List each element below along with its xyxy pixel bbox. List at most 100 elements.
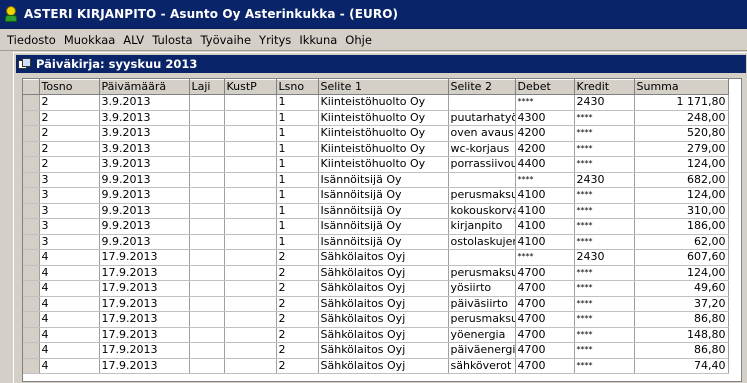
row-selector[interactable] [23, 311, 40, 328]
cell-debet[interactable]: 4200 [515, 141, 575, 157]
cell-lsno[interactable]: 1 [276, 141, 319, 157]
cell-kustp[interactable] [224, 187, 277, 204]
cell-summa[interactable]: 310,00 [634, 203, 729, 219]
cell-selite1[interactable]: Sähkölaitos Oyj [318, 311, 449, 328]
cell-kustp[interactable] [224, 265, 277, 281]
cell-paivamaara[interactable]: 3.9.2013 [99, 141, 190, 157]
cell-tosno[interactable]: 4 [39, 311, 100, 328]
cell-selite2[interactable]: perusmaksu ( [448, 311, 516, 328]
cell-summa[interactable]: 148,80 [634, 327, 729, 343]
cell-summa[interactable]: 607,60 [634, 249, 729, 266]
cell-selite2[interactable] [448, 172, 516, 188]
cell-laji[interactable] [189, 94, 225, 111]
cell-laji[interactable] [189, 280, 225, 297]
cell-laji[interactable] [189, 125, 225, 142]
cell-selite2[interactable] [448, 249, 516, 266]
table-row[interactable]: 4 17.9.2013 2 Sähkölaitos Oyj sähköverot 4700… [23, 358, 729, 374]
cell-lsno[interactable]: 1 [276, 110, 319, 126]
cell-selite1[interactable]: Isännöitsijä Oy [318, 172, 449, 188]
column-header-lsno[interactable]: Lsno [276, 79, 319, 95]
cell-selite2[interactable]: kirjanpito [448, 218, 516, 235]
cell-paivamaara[interactable]: 17.9.2013 [99, 296, 190, 312]
cell-paivamaara[interactable]: 17.9.2013 [99, 249, 190, 266]
table-row[interactable]: 4 17.9.2013 2 Sähkölaitos Oyj päiväsiirto 470… [23, 296, 729, 312]
table-row[interactable]: 23.9.2013 1Kiinteistöhuolto Oypuutarhatyö… [23, 110, 729, 126]
cell-kustp[interactable] [224, 141, 277, 157]
cell-kustp[interactable] [224, 342, 277, 359]
cell-tosno[interactable]: 3 [39, 218, 100, 235]
cell-paivamaara[interactable]: 3.9.2013 [99, 94, 190, 111]
cell-lsno[interactable]: 1 [276, 234, 319, 250]
row-selector[interactable] [23, 342, 40, 359]
cell-selite1[interactable]: Sähkölaitos Oyj [318, 265, 449, 281]
cell-tosno[interactable]: 2 [39, 156, 100, 173]
row-selector[interactable] [23, 156, 40, 173]
row-selector[interactable] [23, 327, 40, 343]
cell-selite2[interactable]: sähköverot [448, 358, 516, 374]
table-row[interactable]: 3 9.9.2013 1 Isännöitsijä Oy ostolaskujen 410… [23, 234, 729, 250]
cell-selite1[interactable]: Sähkölaitos Oyj [318, 280, 449, 297]
cell-kredit[interactable]: **** [574, 342, 635, 359]
table-row[interactable]: 2 3.9.2013 1 Kiinteistöhuolto Oy **** 2430 1 1… [23, 94, 729, 111]
cell-kredit[interactable]: 2430 [574, 172, 635, 188]
cell-laji[interactable] [189, 172, 225, 188]
cell-laji[interactable] [189, 187, 225, 204]
column-header-selite2[interactable]: Selite 2 [448, 79, 516, 95]
cell-selite2[interactable]: perusmaksu [448, 187, 516, 204]
cell-kredit[interactable]: **** [574, 296, 635, 312]
menu-tulosta[interactable]: Tulosta [149, 33, 197, 47]
cell-laji[interactable] [189, 234, 225, 250]
row-selector[interactable] [23, 203, 40, 219]
cell-lsno[interactable]: 2 [276, 327, 319, 343]
cell-kustp[interactable] [224, 358, 277, 374]
cell-kustp[interactable] [224, 296, 277, 312]
cell-laji[interactable] [189, 249, 225, 266]
journal-grid[interactable]: Tosno Päivämäärä Laji KustP Lsno Selite … [22, 78, 742, 382]
row-selector[interactable] [23, 141, 40, 157]
cell-selite1[interactable]: Kiinteistöhuolto Oy [318, 141, 449, 157]
cell-selite2[interactable]: wc-korjaus [448, 141, 516, 157]
table-row[interactable]: 3 9.9.2013 1 Isännöitsijä Oy **** 2430 682,00 [23, 172, 729, 188]
cell-kustp[interactable] [224, 125, 277, 142]
table-row[interactable]: 417.9.2013 2Sähkölaitos Oyjperusmaksu (47… [23, 311, 729, 328]
table-row[interactable]: 4 17.9.2013 2 Sähkölaitos Oyj päiväenergia 47… [23, 342, 729, 359]
cell-debet[interactable]: 4700 [515, 327, 575, 343]
cell-summa[interactable]: 124,00 [634, 156, 729, 173]
journal-title-bar[interactable]: Päiväkirja: syyskuu 2013 [16, 55, 746, 73]
cell-tosno[interactable]: 3 [39, 234, 100, 250]
cell-kredit[interactable]: **** [574, 156, 635, 173]
cell-laji[interactable] [189, 156, 225, 173]
cell-summa[interactable]: 62,00 [634, 234, 729, 250]
cell-summa[interactable]: 520,80 [634, 125, 729, 142]
cell-lsno[interactable]: 2 [276, 311, 319, 328]
row-selector[interactable] [23, 110, 40, 126]
column-header-kustp[interactable]: KustP [224, 79, 277, 95]
cell-summa[interactable]: 49,60 [634, 280, 729, 297]
cell-kustp[interactable] [224, 280, 277, 297]
cell-selite2[interactable]: puutarhatyöt [448, 110, 516, 126]
cell-summa[interactable]: 124,00 [634, 187, 729, 204]
cell-kredit[interactable]: 2430 [574, 249, 635, 266]
cell-selite1[interactable]: Sähkölaitos Oyj [318, 342, 449, 359]
cell-summa[interactable]: 279,00 [634, 141, 729, 157]
cell-debet[interactable]: 4700 [515, 358, 575, 374]
cell-lsno[interactable]: 1 [276, 218, 319, 235]
cell-kredit[interactable]: **** [574, 311, 635, 328]
column-header-selite1[interactable]: Selite 1 [318, 79, 449, 95]
menu-alv[interactable]: ALV [120, 33, 149, 47]
row-header-corner[interactable] [23, 79, 40, 95]
cell-paivamaara[interactable]: 9.9.2013 [99, 172, 190, 188]
cell-paivamaara[interactable]: 3.9.2013 [99, 125, 190, 142]
table-row[interactable]: 3 9.9.2013 1 Isännöitsijä Oy kirjanpito 4100 *… [23, 218, 729, 235]
cell-lsno[interactable]: 1 [276, 125, 319, 142]
cell-debet[interactable]: 4100 [515, 218, 575, 235]
cell-laji[interactable] [189, 141, 225, 157]
cell-selite1[interactable]: Sähkölaitos Oyj [318, 296, 449, 312]
cell-debet[interactable]: 4300 [515, 110, 575, 126]
cell-summa[interactable]: 186,00 [634, 218, 729, 235]
cell-paivamaara[interactable]: 17.9.2013 [99, 280, 190, 297]
cell-debet[interactable]: 4700 [515, 311, 575, 328]
row-selector[interactable] [23, 265, 40, 281]
cell-debet[interactable]: **** [515, 94, 575, 111]
cell-selite1[interactable]: Sähkölaitos Oyj [318, 327, 449, 343]
